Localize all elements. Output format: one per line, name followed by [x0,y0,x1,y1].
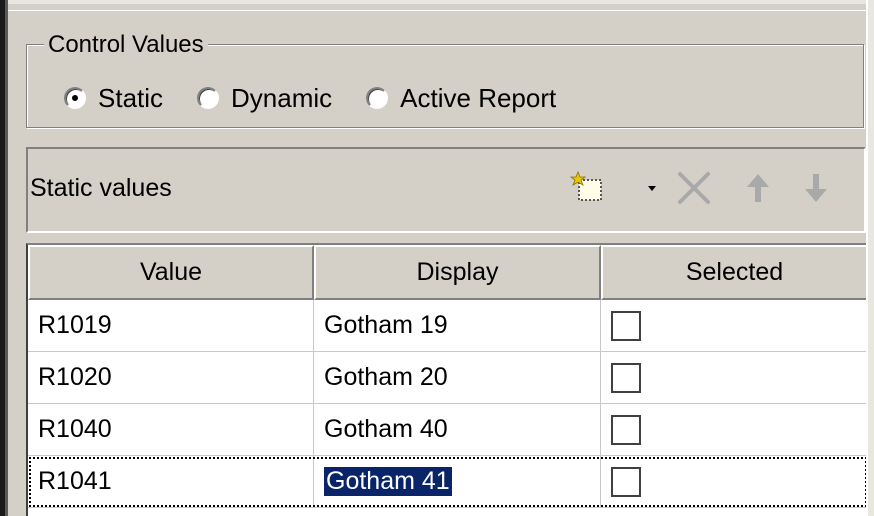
selected-cell[interactable] [601,456,866,507]
value-cell[interactable]: R1020 [28,352,314,403]
display-cell[interactable]: Gotham 20 [314,352,601,403]
static-values-label: Static values [30,174,172,202]
radio-static[interactable]: Static [64,83,163,114]
selected-cell[interactable] [601,352,866,403]
value-cell[interactable]: R1019 [28,300,314,351]
radio-static-indicator[interactable] [64,87,86,109]
control-values-radio-group: Static Dynamic Active Report [64,78,590,118]
radio-active-report[interactable]: Active Report [366,83,556,114]
table-row[interactable]: R1020 Gotham 20 [28,352,866,404]
radio-active-report-label[interactable]: Active Report [400,83,556,114]
window-right-edge [866,0,874,516]
column-header-display[interactable]: Display [314,245,601,300]
display-cell-selected-text[interactable]: Gotham 41 [324,467,452,496]
column-header-value[interactable]: Value [28,245,314,300]
table-header: Value Display Selected [28,245,866,300]
move-down-icon[interactable] [796,168,836,208]
display-cell[interactable]: Gotham 19 [314,300,601,351]
window-left-edge [0,0,8,516]
value-cell[interactable]: R1041 [28,456,314,507]
radio-dynamic-indicator[interactable] [197,87,220,109]
radio-static-label[interactable]: Static [98,83,163,114]
table-row-focused[interactable]: R1041 Gotham 41 [28,456,866,508]
display-cell-editing[interactable]: Gotham 41 [314,456,601,507]
new-item-icon[interactable] [570,168,610,208]
table-row[interactable]: R1040 Gotham 40 [28,404,866,456]
move-up-icon[interactable] [738,168,778,208]
radio-active-report-indicator[interactable] [366,87,389,109]
value-cell[interactable]: R1040 [28,404,314,455]
display-cell[interactable]: Gotham 40 [314,404,601,455]
selected-checkbox[interactable] [611,310,641,341]
control-values-title: Control Values [44,30,208,60]
selected-checkbox[interactable] [611,466,641,497]
top-border [8,0,866,11]
table-row[interactable]: R1019 Gotham 19 [28,300,866,352]
selected-checkbox[interactable] [611,414,641,445]
static-values-table: Value Display Selected R1019 Gotham 19 R… [26,243,866,516]
column-header-selected[interactable]: Selected [601,245,866,300]
radio-dynamic-label[interactable]: Dynamic [231,83,332,114]
radio-dynamic[interactable]: Dynamic [197,83,332,114]
selected-cell[interactable] [601,300,866,351]
selected-checkbox[interactable] [611,362,641,393]
dropdown-arrow-icon[interactable] [634,168,674,208]
delete-icon[interactable] [674,168,714,208]
selected-cell[interactable] [601,404,866,455]
